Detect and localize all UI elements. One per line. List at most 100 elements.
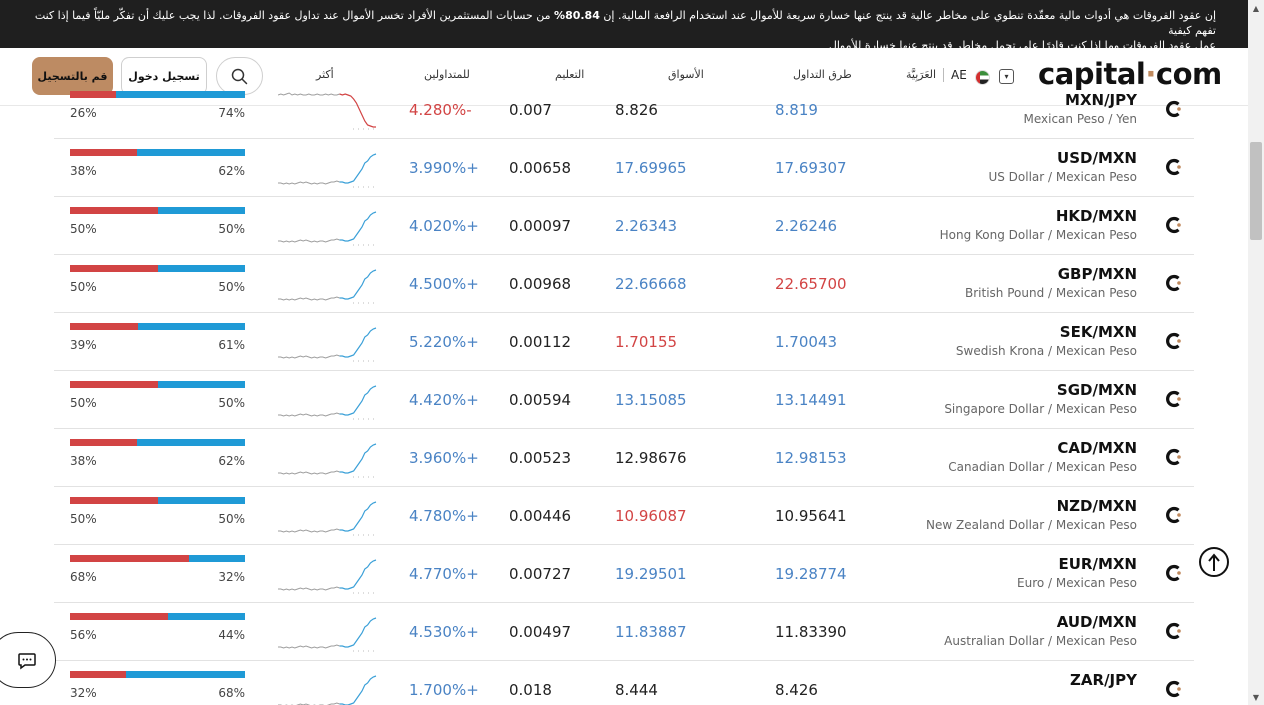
buy-price[interactable]: 2.26246	[775, 217, 837, 235]
market-row[interactable]: 38% 62% 3.960%+ 0.00523 12.98676 12.98153 CAD/…	[54, 429, 1194, 487]
capital-c-icon	[1166, 564, 1181, 582]
sentiment-bar	[70, 207, 245, 214]
scroll-to-top-button[interactable]	[1199, 547, 1229, 577]
sell-percentage: 50%	[70, 222, 97, 236]
instrument-symbol[interactable]: NZD/MXN	[1057, 497, 1137, 515]
buy-percentage: 50%	[218, 396, 245, 410]
buy-percentage: 68%	[218, 686, 245, 700]
change-percentage: 4.770%+	[409, 565, 479, 583]
buy-price[interactable]: 17.69307	[775, 159, 847, 177]
market-row[interactable]: 39% 61% 5.220%+ 0.00112 1.70155 1.70043 SEK/MX…	[54, 313, 1194, 371]
nav-markets[interactable]: الأسواق	[668, 68, 704, 81]
buy-price[interactable]: 22.65700	[775, 275, 847, 293]
sparkline-chart	[278, 153, 377, 188]
instrument-symbol[interactable]: CAD/MXN	[1057, 439, 1137, 457]
nav-traders[interactable]: للمتداولين	[424, 68, 470, 81]
sell-percentage: 26%	[70, 106, 97, 120]
sell-price[interactable]: 1.70155	[615, 333, 677, 351]
sparkline-chart	[278, 617, 377, 652]
buy-price[interactable]: 8.819	[775, 101, 818, 119]
sparkline-history	[278, 354, 340, 359]
page-scrollbar[interactable]	[1248, 0, 1264, 705]
buy-price[interactable]: 11.83390	[775, 623, 847, 641]
market-row[interactable]: 56% 44% 4.530%+ 0.00497 11.83887 11.83390 AUD/…	[54, 603, 1194, 661]
buy-price[interactable]: 8.426	[775, 681, 818, 699]
sparkline-recent	[339, 559, 377, 590]
sell-percentage: 39%	[70, 338, 97, 352]
instrument-symbol[interactable]: EUR/MXN	[1058, 555, 1137, 573]
capital-c-icon	[1166, 216, 1181, 234]
sell-price[interactable]: 2.26343	[615, 217, 677, 235]
market-row[interactable]: 50% 50% 4.780%+ 0.00446 10.96087 10.95641 NZD/…	[54, 487, 1194, 545]
buy-price[interactable]: 19.28774	[775, 565, 847, 583]
market-row[interactable]: 50% 50% 4.500%+ 0.00968 22.66668 22.65700 GBP/…	[54, 255, 1194, 313]
instrument-symbol[interactable]: MXN/JPY	[1065, 91, 1137, 109]
sell-sentiment-fill	[70, 497, 158, 504]
sell-sentiment-fill	[70, 91, 116, 98]
sentiment-bar	[70, 555, 245, 562]
market-row[interactable]: 32% 68% 1.700%+ 0.018 8.444 8.426 ZAR/JPY	[54, 661, 1194, 705]
instrument-symbol[interactable]: USD/MXN	[1057, 149, 1137, 167]
instrument-name: US Dollar / Mexican Peso	[988, 170, 1137, 184]
buy-percentage: 62%	[218, 454, 245, 468]
sell-price[interactable]: 10.96087	[615, 507, 687, 525]
sell-sentiment-fill	[70, 613, 168, 620]
instrument-symbol[interactable]: SEK/MXN	[1060, 323, 1137, 341]
nav-education[interactable]: التعليم	[555, 68, 584, 81]
market-row[interactable]: 38% 62% 3.990%+ 0.00658 17.69965 17.69307 USD/…	[54, 139, 1194, 197]
change-percentage: 4.780%+	[409, 507, 479, 525]
instrument-symbol[interactable]: ZAR/JPY	[1070, 671, 1137, 689]
sell-price[interactable]: 17.69965	[615, 159, 687, 177]
instrument-symbol[interactable]: AUD/MXN	[1057, 613, 1137, 631]
scroll-down-arrow-icon[interactable]: ▼	[1248, 689, 1264, 705]
sparkline-recent	[339, 269, 377, 300]
risk-warning-line-1: إن عقود الفروقات هي أدوات مالية معقّدة ت…	[34, 9, 1216, 37]
sell-price[interactable]: 11.83887	[615, 623, 687, 641]
scrollbar-thumb[interactable]	[1250, 142, 1262, 240]
nav-trading-ways[interactable]: طرق التداول	[793, 68, 852, 81]
spread-value: 0.00497	[509, 623, 572, 641]
chat-button[interactable]	[0, 632, 56, 688]
chat-icon	[18, 653, 36, 670]
instrument-symbol[interactable]: SGD/MXN	[1057, 381, 1137, 399]
market-row[interactable]: 68% 32% 4.770%+ 0.00727 19.29501 19.28774 EUR/…	[54, 545, 1194, 603]
nav-more[interactable]: أكثر	[316, 68, 334, 81]
buy-percentage: 32%	[218, 570, 245, 584]
instrument-symbol[interactable]: HKD/MXN	[1056, 207, 1137, 225]
sell-price[interactable]: 19.29501	[615, 565, 687, 583]
sell-price[interactable]: 13.15085	[615, 391, 687, 409]
divider	[943, 68, 944, 82]
language-selector[interactable]: العَرَبِيَّة	[906, 68, 936, 81]
instrument-name: Swedish Krona / Mexican Peso	[955, 344, 1137, 358]
sparkline-chart	[278, 92, 376, 130]
sell-percentage: 68%	[70, 570, 97, 584]
capital-c-icon	[1166, 680, 1181, 698]
sell-price[interactable]: 12.98676	[615, 449, 687, 467]
sparkline-history	[278, 238, 340, 243]
sentiment-bar	[70, 671, 245, 678]
sparkline-recent	[339, 327, 377, 358]
market-row[interactable]: 26% 74% 4.280%- 0.007 8.826 8.819 MXN/JPY Mexic…	[54, 81, 1194, 139]
sell-price[interactable]: 22.66668	[615, 275, 687, 293]
change-percentage: 4.420%+	[409, 391, 479, 409]
sell-sentiment-fill	[70, 555, 189, 562]
sell-price[interactable]: 8.826	[615, 101, 658, 119]
sentiment-bar	[70, 323, 245, 330]
sentiment-bar	[70, 91, 245, 98]
sell-price[interactable]: 8.444	[615, 681, 658, 699]
change-percentage: 4.020%+	[409, 217, 479, 235]
buy-price[interactable]: 10.95641	[775, 507, 847, 525]
sparkline-history	[278, 412, 340, 417]
sparkline-recent	[339, 385, 377, 416]
country-code[interactable]: AE	[951, 68, 967, 82]
instrument-symbol[interactable]: GBP/MXN	[1058, 265, 1137, 283]
sparkline-recent	[339, 675, 377, 705]
buy-price[interactable]: 12.98153	[775, 449, 847, 467]
market-row[interactable]: 50% 50% 4.020%+ 0.00097 2.26343 2.26246 HKD/MX…	[54, 197, 1194, 255]
scroll-up-arrow-icon[interactable]: ▲	[1248, 0, 1264, 16]
sell-percentage: 50%	[70, 280, 97, 294]
buy-price[interactable]: 13.14491	[775, 391, 847, 409]
sparkline-history	[278, 92, 340, 96]
market-row[interactable]: 50% 50% 4.420%+ 0.00594 13.15085 13.14491 SGD/…	[54, 371, 1194, 429]
buy-price[interactable]: 1.70043	[775, 333, 837, 351]
